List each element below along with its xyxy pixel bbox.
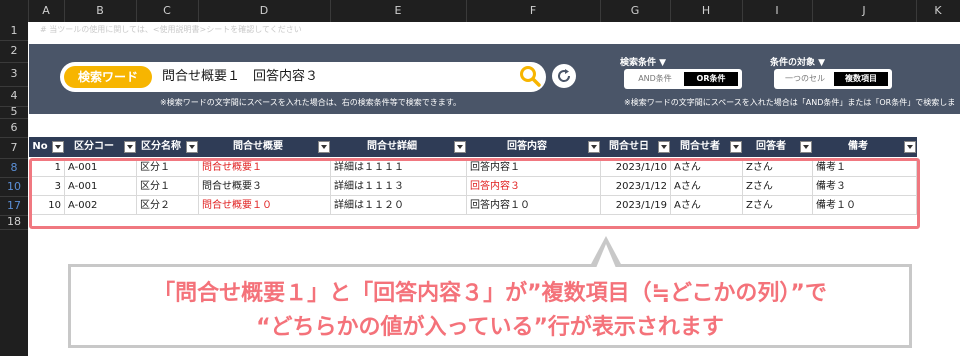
table-header-cell: 問合せ詳細 bbox=[367, 141, 417, 152]
filter-dropdown-icon[interactable] bbox=[800, 141, 812, 153]
filter-dropdown-icon[interactable] bbox=[904, 141, 916, 153]
and-option[interactable]: AND条件 bbox=[628, 72, 682, 86]
row-header-17[interactable]: 17 bbox=[0, 196, 28, 216]
column-header-k[interactable]: K bbox=[916, 0, 960, 22]
row-header-3[interactable]: 3 bbox=[0, 62, 28, 87]
callout-box: 「問合せ概要１」と「回答内容３」が”複数項目（≒どこかの列）”で “どちらかの値… bbox=[68, 264, 912, 348]
row-header-7[interactable]: 7 bbox=[0, 137, 28, 159]
column-header-bar: ABCDEFGHIJKL bbox=[0, 0, 960, 22]
multi-item-option[interactable]: 複数項目 bbox=[834, 72, 888, 86]
column-header-j[interactable]: J bbox=[812, 0, 917, 22]
search-icon[interactable] bbox=[518, 64, 542, 88]
column-header-a[interactable]: A bbox=[28, 0, 65, 22]
search-label: 検索ワード bbox=[64, 66, 152, 88]
callout-pointer-inner bbox=[596, 244, 616, 268]
filter-dropdown-icon[interactable] bbox=[186, 141, 198, 153]
filter-dropdown-icon[interactable] bbox=[318, 141, 330, 153]
highlight-frame bbox=[29, 158, 920, 229]
condition-label: 検索条件 ▼ bbox=[620, 58, 667, 68]
table-header: No 区分コー 区分名称 問合せ概要 問合せ詳細 回答内容 問合せ日 問合せ者 回答者 備考 bbox=[29, 137, 917, 157]
condition-toggle[interactable]: AND条件 OR条件 bbox=[624, 69, 742, 89]
row-header-bar: 1 2 3 4 5 6 7 8 10 17 18 bbox=[0, 22, 28, 356]
column-header-c[interactable]: C bbox=[136, 0, 199, 22]
row-header-10[interactable]: 10 bbox=[0, 177, 28, 197]
row-header-2[interactable]: 2 bbox=[0, 40, 28, 63]
condition-hint: ※検索ワードの文字間にスペースを入れた場合は「AND条件」または「OR条件」で検… bbox=[624, 98, 956, 107]
column-header-b[interactable]: B bbox=[64, 0, 137, 22]
target-label: 条件の対象 ▼ bbox=[770, 58, 826, 68]
or-option[interactable]: OR条件 bbox=[684, 72, 738, 86]
table-header-cell: 回答者 bbox=[756, 141, 786, 152]
table-header-cell: No bbox=[32, 141, 48, 152]
filter-dropdown-icon[interactable] bbox=[658, 141, 670, 153]
table-header-cell: 問合せ日 bbox=[609, 141, 649, 152]
sheet-note: # 当ツールの使用に関しては、<使用説明書>シートを確認してください bbox=[40, 25, 302, 34]
row-header-6[interactable]: 6 bbox=[0, 118, 28, 138]
column-header-g[interactable]: G bbox=[600, 0, 671, 22]
row-header-1[interactable]: 1 bbox=[0, 22, 28, 41]
callout-line-2: “どちらかの値が入っている”行が表示されます bbox=[256, 315, 724, 340]
filter-dropdown-icon[interactable] bbox=[454, 141, 466, 153]
select-all-corner[interactable] bbox=[0, 0, 29, 22]
row-header-8[interactable]: 8 bbox=[0, 158, 28, 178]
column-header-h[interactable]: H bbox=[670, 0, 743, 22]
single-cell-option[interactable]: 一つのセル bbox=[778, 72, 832, 86]
column-header-i[interactable]: I bbox=[742, 0, 813, 22]
search-hint: ※検索ワードの文字間にスペースを入れた場合は、右の検索条件等で検索できます。 bbox=[160, 98, 461, 107]
row-header-18[interactable]: 18 bbox=[0, 215, 28, 230]
filter-dropdown-icon[interactable] bbox=[52, 141, 64, 153]
table-header-cell: 問合せ概要 bbox=[233, 141, 283, 152]
row-header-4[interactable]: 4 bbox=[0, 86, 28, 107]
table-header-cell: 回答内容 bbox=[507, 141, 547, 152]
filter-dropdown-icon[interactable] bbox=[588, 141, 600, 153]
target-toggle[interactable]: 一つのセル 複数項目 bbox=[774, 69, 892, 89]
table-header-cell: 問合せ者 bbox=[680, 141, 720, 152]
refresh-icon bbox=[558, 69, 571, 82]
table-header-cell: 区分コー bbox=[74, 141, 114, 152]
table-header-cell: 区分名称 bbox=[141, 141, 181, 152]
filter-dropdown-icon[interactable] bbox=[730, 141, 742, 153]
callout-line-1: 「問合せ概要１」と「回答内容３」が”複数項目（≒どこかの列）”で bbox=[153, 281, 827, 306]
search-input[interactable]: 問合せ概要１ 回答内容３ bbox=[162, 66, 318, 88]
table-header-cell: 備考 bbox=[848, 141, 868, 152]
column-header-e[interactable]: E bbox=[330, 0, 467, 22]
column-header-f[interactable]: F bbox=[466, 0, 601, 22]
column-header-d[interactable]: D bbox=[198, 0, 331, 22]
reset-button[interactable] bbox=[552, 64, 576, 88]
filter-dropdown-icon[interactable] bbox=[124, 141, 136, 153]
